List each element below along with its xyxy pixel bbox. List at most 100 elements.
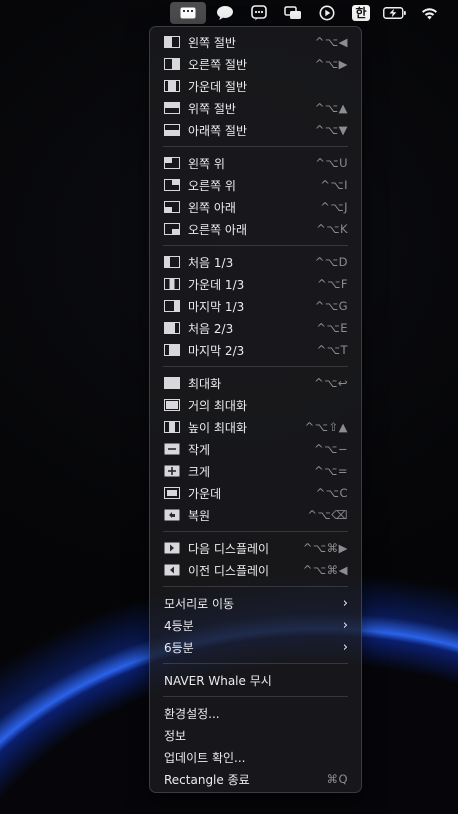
menu-item-bottom-right[interactable]: 오른쪽 아래 ^⌥K [150,218,361,240]
rectangle-icon[interactable] [170,2,206,24]
last-two-thirds-icon [164,344,180,356]
bottom-left-icon [164,201,180,213]
menu-item-item-group8-1[interactable]: 정보 [150,724,361,746]
menu-item-label: 위쪽 절반 [188,101,236,116]
menu-item-label: 복원 [188,508,211,523]
menu-item-label: 모서리로 이동 [164,596,235,611]
menu-item-center[interactable]: 가운데 ^⌥C [150,482,361,504]
menu-item-item-group6-0[interactable]: 모서리로 이동 › [150,592,361,614]
menu-item-previous-display[interactable]: 이전 디스플레이 ^⌥⌘◀ [150,559,361,581]
bottom-right-icon [164,223,180,235]
messages-icon[interactable] [208,2,242,24]
larger-icon [164,465,180,477]
menu-item-label: 거의 최대화 [188,398,248,413]
menu-item-top-right[interactable]: 오른쪽 위 ^⌥I [150,174,361,196]
keyboard-shortcut: ^⌥I [320,178,348,192]
chevron-right-icon: › [342,617,348,633]
restore-icon [164,509,180,521]
keyboard-shortcut: ^⌥T [316,343,348,357]
previous-display-icon [164,564,180,576]
menu-item-last-two-thirds[interactable]: 마지막 2/3 ^⌥T [150,339,361,361]
rectangle-dropdown-menu: 왼쪽 절반 ^⌥◀ 오른쪽 절반 ^⌥▶ 가운데 절반위쪽 절반 ^⌥▲ 아래쪽 절반 ^⌥▼… [149,26,362,793]
menu-separator [163,146,348,147]
top-half-icon [164,102,180,114]
menu-item-label: 환경설정... [164,706,220,721]
menu-item-bottom-half[interactable]: 아래쪽 절반 ^⌥▼ [150,119,361,141]
menu-separator [163,586,348,587]
menu-item-larger[interactable]: 크게 ^⌥= [150,460,361,482]
menu-item-top-half[interactable]: 위쪽 절반 ^⌥▲ [150,97,361,119]
bottom-half-icon [164,124,180,136]
menu-item-item-group8-2[interactable]: 업데이트 확인... [150,746,361,768]
first-two-thirds-icon [164,322,180,334]
battery-charging-icon[interactable] [378,2,412,24]
menu-item-label: 오른쪽 아래 [188,222,248,237]
menu-separator [163,245,348,246]
menu-item-item-group6-2[interactable]: 6등분 › [150,636,361,658]
maximize-icon [164,377,180,389]
menu-item-center-half[interactable]: 가운데 절반 [150,75,361,97]
keyboard-shortcut: ^⌥F [316,277,348,291]
center-half-icon [164,80,180,92]
center-icon [164,487,180,499]
menu-item-label: 다음 디스플레이 [188,541,270,556]
menu-item-label: 작게 [188,442,211,457]
menu-item-next-display[interactable]: 다음 디스플레이 ^⌥⌘▶ [150,537,361,559]
menu-item-item-group8-3[interactable]: Rectangle 종료 ⌘Q [150,768,361,790]
menu-item-smaller[interactable]: 작게 ^⌥− [150,438,361,460]
menu-item-almost-maximize[interactable]: 거의 최대화 [150,394,361,416]
menu-item-first-two-thirds[interactable]: 처음 2/3 ^⌥E [150,317,361,339]
menu-item-bottom-left[interactable]: 왼쪽 아래 ^⌥J [150,196,361,218]
menu-item-label: 왼쪽 아래 [188,200,236,215]
keyboard-shortcut: ^⌥⌘◀ [302,563,348,577]
menu-item-last-third[interactable]: 마지막 1/3 ^⌥G [150,295,361,317]
keyboard-shortcut: ⌘Q [326,772,348,786]
keyboard-shortcut: ^⌥K [316,222,348,236]
menu-item-left-half[interactable]: 왼쪽 절반 ^⌥◀ [150,31,361,53]
menu-item-restore[interactable]: 복원 ^⌥⌫ [150,504,361,526]
menu-item-first-third[interactable]: 처음 1/3 ^⌥D [150,251,361,273]
menu-bar: 한 [0,0,458,26]
menu-item-label: 높이 최대화 [188,420,248,435]
menu-item-label: 아래쪽 절반 [188,123,248,138]
keyboard-shortcut: ^⌥G [314,299,348,313]
keyboard-shortcut: ^⌥D [314,255,348,269]
menu-item-center-third[interactable]: 가운데 1/3 ^⌥F [150,273,361,295]
menu-item-maximize[interactable]: 최대화 ^⌥↩ [150,372,361,394]
play-circle-icon[interactable] [310,2,344,24]
keyboard-shortcut: ^⌥⇧▲ [304,420,348,434]
input-source-label: 한 [352,5,370,21]
maximize-height-icon [164,421,180,433]
menu-item-label: 최대화 [188,376,222,391]
menu-item-maximize-height[interactable]: 높이 최대화 ^⌥⇧▲ [150,416,361,438]
chat-bubble-icon[interactable] [242,2,276,24]
keyboard-shortcut: ^⌥⌘▶ [302,541,348,555]
first-third-icon [164,256,180,268]
smaller-icon [164,443,180,455]
top-left-icon [164,157,180,169]
menu-item-right-half[interactable]: 오른쪽 절반 ^⌥▶ [150,53,361,75]
keyboard-shortcut: ^⌥▶ [314,57,348,71]
input-source-korean[interactable]: 한 [344,2,378,24]
menu-item-item-group6-1[interactable]: 4등분 › [150,614,361,636]
menu-item-top-left[interactable]: 왼쪽 위 ^⌥U [150,152,361,174]
keyboard-shortcut: ^⌥▲ [314,101,348,115]
window-overlap-icon[interactable] [276,2,310,24]
menu-item-label: 왼쪽 절반 [188,35,236,50]
keyboard-shortcut: ^⌥− [313,442,348,456]
keyboard-shortcut: ^⌥= [313,464,348,478]
menu-separator [163,696,348,697]
keyboard-shortcut: ^⌥E [316,321,348,335]
menu-item-item-group7-0[interactable]: NAVER Whale 무시 [150,669,361,691]
menu-item-label: 가운데 1/3 [188,277,245,292]
keyboard-shortcut: ^⌥J [320,200,348,214]
menu-item-label: 6등분 [164,640,194,655]
keyboard-shortcut: ^⌥U [315,156,348,170]
keyboard-shortcut: ^⌥⌫ [307,508,348,522]
menu-item-item-group8-0[interactable]: 환경설정... [150,702,361,724]
wifi-icon[interactable] [412,2,446,24]
menu-separator [163,531,348,532]
keyboard-shortcut: ^⌥▼ [314,123,348,137]
chevron-right-icon: › [342,595,348,611]
next-display-icon [164,542,180,554]
